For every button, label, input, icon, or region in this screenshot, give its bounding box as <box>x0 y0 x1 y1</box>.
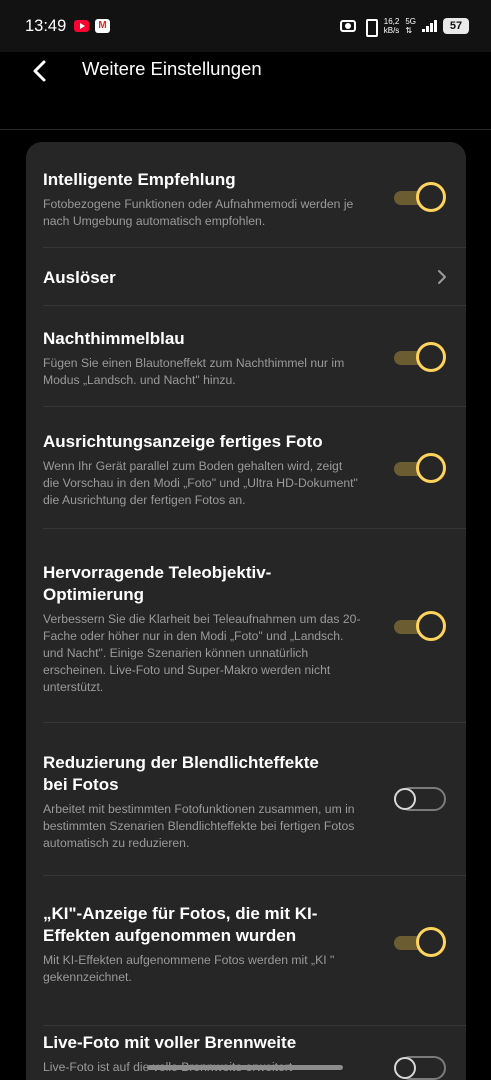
app-header: Weitere Einstellungen <box>0 52 491 130</box>
setting-title: Hervorragende Teleobjektiv-Optimierung <box>43 563 272 604</box>
toggle-switch[interactable] <box>394 927 446 957</box>
setting-title: Intelligente Empfehlung <box>43 170 236 189</box>
clock: 13:49 <box>25 17 67 35</box>
setting-title: Nachthimmelblau <box>43 329 185 348</box>
back-arrow-icon[interactable] <box>26 56 56 86</box>
setting-description: Arbeitet mit bestimmten Fotofunktionen z… <box>43 802 355 850</box>
setting-orientation-indicator[interactable]: Ausrichtungsanzeige fertiges Foto Wenn I… <box>26 407 466 529</box>
setting-description: Verbessern Sie die Klarheit bei Teleaufn… <box>43 612 361 694</box>
setting-intelligent-recommendation[interactable]: Intelligente Empfehlung Fotobezogene Fun… <box>26 142 466 248</box>
battery-icon: 57 <box>443 18 469 34</box>
signal-icon <box>422 20 437 32</box>
setting-live-photo-full-focal[interactable]: Live-Foto mit voller Brennweite Live-Fot… <box>26 1026 466 1080</box>
gmail-icon: M <box>95 19 110 33</box>
toggle-switch[interactable] <box>394 342 446 372</box>
network-type: 5G ⇅ <box>405 17 416 35</box>
setting-shutter[interactable]: Auslöser <box>26 248 466 306</box>
toggle-switch[interactable] <box>394 453 446 483</box>
header-divider <box>0 129 491 130</box>
setting-title: „KI"-Anzeige für Fotos, die mit KI-Effek… <box>43 904 318 945</box>
setting-title: Ausrichtungsanzeige fertiges Foto <box>43 432 323 451</box>
setting-ai-label[interactable]: „KI"-Anzeige für Fotos, die mit KI-Effek… <box>26 876 466 1026</box>
setting-description: Fügen Sie einen Blautoneffekt zum Nachth… <box>43 356 345 387</box>
page-title: Weitere Einstellungen <box>82 58 262 79</box>
toggle-switch[interactable] <box>394 182 446 212</box>
setting-title: Live-Foto mit voller Brennweite <box>43 1033 297 1052</box>
camera-icon <box>339 20 356 32</box>
setting-title: Auslöser <box>43 268 116 287</box>
home-indicator[interactable] <box>147 1065 343 1070</box>
chevron-right-icon <box>438 270 446 284</box>
setting-telephoto-optimization[interactable]: Hervorragende Teleobjektiv-Optimierung V… <box>26 529 466 723</box>
settings-card: Intelligente Empfehlung Fotobezogene Fun… <box>26 142 466 1080</box>
vibrate-icon <box>362 18 378 37</box>
setting-description: Mit KI-Effekten aufgenommene Fotos werde… <box>43 953 335 984</box>
toggle-switch[interactable] <box>394 784 446 814</box>
setting-night-sky-blue[interactable]: Nachthimmelblau Fügen Sie einen Blautone… <box>26 306 466 407</box>
status-bar: 13:49 M 16,2 kB/s 5G ⇅ 57 <box>0 0 491 52</box>
setting-title: Reduzierung der Blendlichteffekte bei Fo… <box>43 753 319 794</box>
toggle-switch[interactable] <box>394 611 446 641</box>
setting-description: Fotobezogene Funktionen oder Aufnahmemod… <box>43 197 354 228</box>
setting-glare-reduction[interactable]: Reduzierung der Blendlichteffekte bei Fo… <box>26 723 466 876</box>
toggle-switch[interactable] <box>394 1053 446 1080</box>
youtube-icon <box>74 20 89 32</box>
network-speed: 16,2 kB/s <box>383 17 400 35</box>
setting-description: Wenn Ihr Gerät parallel zum Boden gehalt… <box>43 459 358 507</box>
